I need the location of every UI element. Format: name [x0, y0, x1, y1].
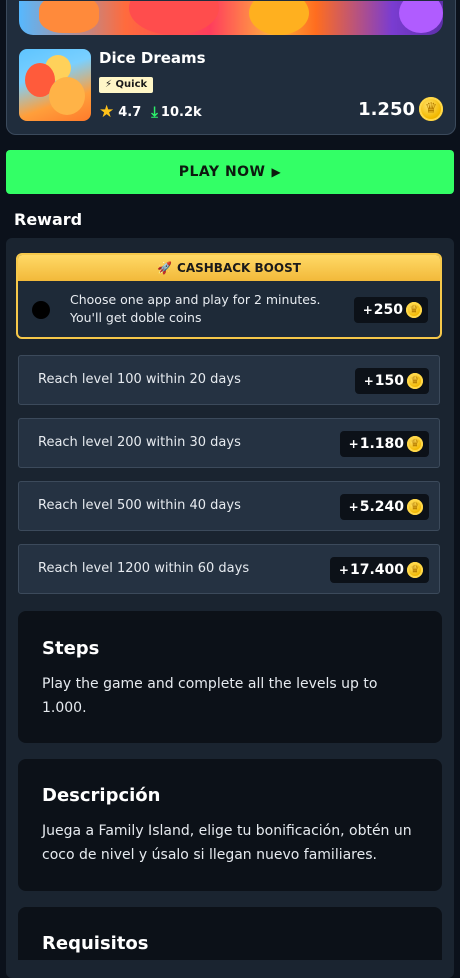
app-price: 1.250: [358, 97, 443, 121]
coin-icon: [419, 97, 443, 121]
play-now-button[interactable]: PLAY NOW ▶: [6, 150, 454, 194]
level-reward-pill: + 5.240: [339, 494, 429, 520]
cashback-reward-pill: + 250: [353, 297, 428, 323]
requirements-card: Requisitos: [18, 907, 442, 960]
app-name: Dice Dreams: [99, 49, 206, 67]
level-reward-pill: + 17.400: [329, 557, 429, 583]
description-text: Juega a Family Island, elige tu bonifica…: [42, 823, 412, 863]
coin-icon: [407, 499, 423, 515]
quick-badge: ⚡ Quick: [99, 77, 154, 93]
description-title: Descripción: [42, 785, 161, 806]
coin-icon: [407, 562, 423, 578]
level-reward-row[interactable]: Reach level 100 within 20 days + 150: [18, 355, 440, 405]
app-banner-image: [19, 1, 443, 35]
cashback-radio[interactable]: [32, 301, 50, 319]
play-icon: ▶: [271, 165, 282, 179]
level-reward-row[interactable]: Reach level 1200 within 60 days + 17.400: [18, 544, 440, 594]
app-icon: [19, 49, 91, 121]
rocket-icon: 🚀: [157, 261, 173, 275]
steps-title: Steps: [42, 638, 100, 659]
app-downloads: 10.2k: [160, 104, 202, 120]
description-card: Descripción Juega a Family Island, elige…: [18, 759, 442, 891]
level-reward-row[interactable]: Reach level 200 within 30 days + 1.180: [18, 418, 440, 468]
app-rating: 4.7: [118, 104, 142, 120]
coin-icon: [406, 302, 422, 318]
level-reward-pill: + 1.180: [339, 431, 429, 457]
coin-icon: [407, 373, 423, 389]
app-stats: ★ 4.7 ⤓ 10.2k: [99, 102, 202, 122]
download-icon: ⤓: [151, 103, 158, 121]
reward-section-title: Reward: [14, 210, 83, 229]
level-reward-row[interactable]: Reach level 500 within 40 days + 5.240: [18, 481, 440, 531]
cashback-description: Choose one app and play for 2 minutes. Y…: [70, 292, 321, 325]
cashback-boost-card[interactable]: 🚀 CASHBACK BOOST Choose one app and play…: [16, 253, 442, 339]
steps-text: Play the game and complete all the level…: [42, 676, 378, 716]
star-icon: ★: [99, 102, 115, 122]
bolt-icon: ⚡: [105, 79, 113, 90]
level-reward-pill: + 150: [354, 368, 429, 394]
app-card[interactable]: Dice Dreams ⚡ Quick ★ 4.7 ⤓ 10.2k 1.250: [6, 0, 456, 135]
requirements-title: Requisitos: [42, 933, 149, 954]
coin-icon: [407, 436, 423, 452]
steps-card: Steps Play the game and complete all the…: [18, 611, 442, 743]
cashback-header: 🚀 CASHBACK BOOST: [18, 255, 440, 281]
